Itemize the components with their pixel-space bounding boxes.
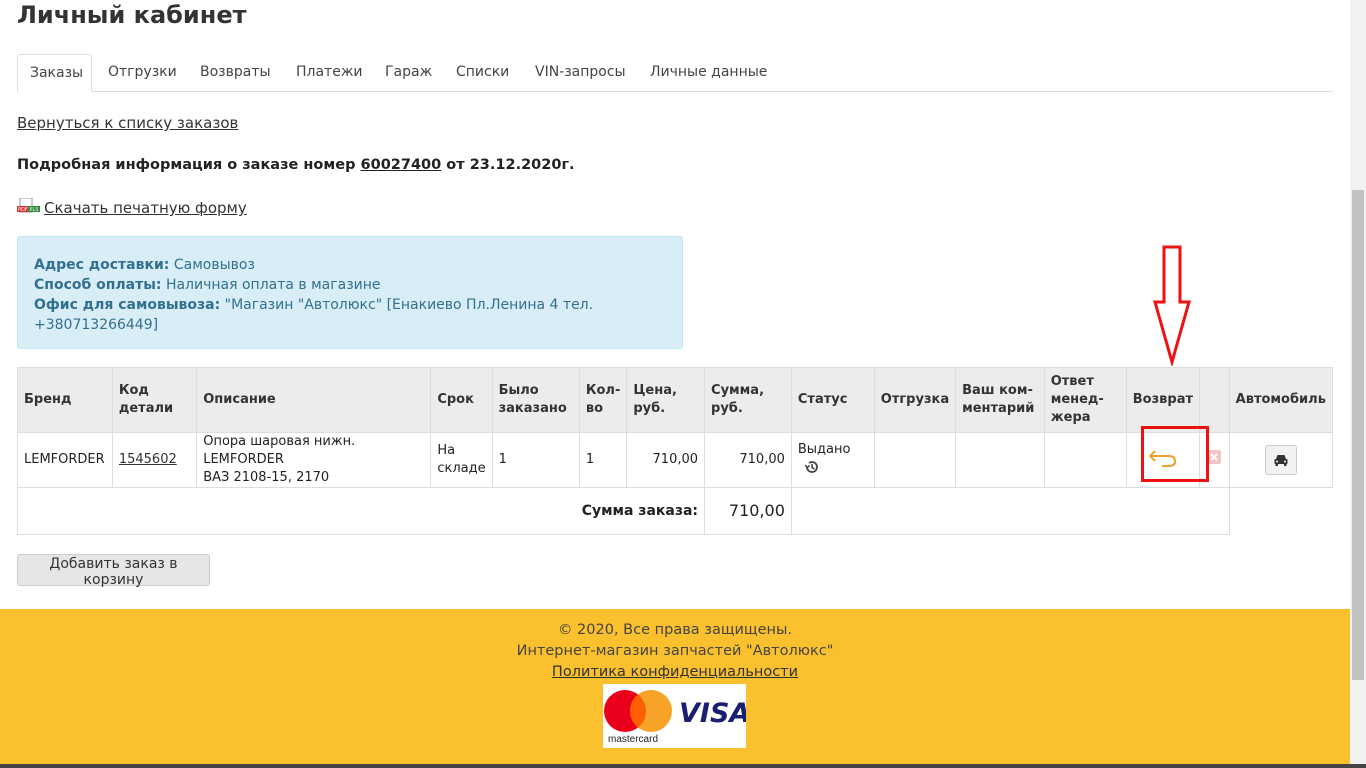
total-filler [790, 487, 1230, 535]
svg-text:VISA: VISA [679, 698, 746, 729]
cell-price: 710,00 [626, 432, 706, 488]
header-brand: Бренд [17, 367, 113, 433]
term-line-2: складе [437, 461, 486, 476]
cell-shipment [873, 432, 957, 488]
order-title: Подробная информация о заказе номер 6002… [17, 157, 575, 173]
download-print-form[interactable]: PDF XLS Скачать печатную форму [17, 198, 247, 218]
header-car: Автомобиль [1228, 367, 1334, 433]
payment-line: Способ оплаты: Наличная оплата в магазин… [34, 275, 666, 295]
cell-car [1228, 432, 1334, 488]
table-total-row: Сумма заказа: 710,00 [16, 487, 1333, 535]
pdf-xls-icon: PDF XLS [17, 198, 40, 213]
history-icon[interactable] [804, 459, 820, 475]
tab-payments[interactable]: Платежи [284, 54, 375, 91]
cell-description: Опора шаровая нижн. LEMFORDER ВАЗ 2108-15… [196, 432, 432, 488]
header-manager-3: жера [1050, 410, 1091, 425]
payment-cards-logo: VISA mastercard [603, 684, 750, 748]
tab-vin-requests[interactable]: VIN-запросы [523, 54, 638, 91]
payment-label: Способ оплаты: [34, 277, 162, 293]
header-shipment: Отгрузка [873, 367, 957, 433]
order-title-prefix: Подробная информация о заказе номер [17, 157, 356, 173]
cell-code: 1545602 [111, 432, 198, 488]
header-comment-1: Ваш ком- [962, 383, 1033, 398]
header-manager-1: Ответ [1050, 374, 1094, 389]
return-highlight-box [1141, 426, 1209, 482]
order-number-link[interactable]: 60027400 [361, 157, 442, 173]
footer-copyright: © 2020, Все права защищены. [557, 622, 793, 638]
term-line-1: На [437, 443, 456, 458]
delivery-value: Самовывоз [173, 257, 255, 273]
header-code: Код детали [111, 367, 198, 433]
desc-line-2: ВАЗ 2108-15, 2170 [203, 470, 330, 485]
tabs-bar: Заказы Отгрузки Возвраты Платежи Гараж С… [17, 54, 1333, 92]
header-blank [1199, 367, 1230, 433]
cell-status: Выдано [790, 432, 875, 488]
car-icon [1274, 455, 1288, 466]
tab-lists[interactable]: Списки [444, 54, 521, 91]
tab-personal-data[interactable]: Личные данные [638, 54, 779, 91]
part-code-link[interactable]: 1545602 [119, 452, 177, 467]
page-title: Личный кабинет [17, 1, 247, 29]
cell-brand: LEMFORDER [17, 432, 113, 488]
header-status: Статус [790, 367, 875, 433]
footer-shop: Интернет-магазин запчастей "Автолюкс" [516, 643, 834, 659]
cell-comment [955, 432, 1045, 488]
tab-returns[interactable]: Возвраты [188, 54, 283, 91]
total-empty [1229, 488, 1332, 535]
privacy-policy-link[interactable]: Политика конфиденциальности [552, 664, 798, 680]
status-text: Выдано [797, 442, 851, 457]
tab-garage[interactable]: Гараж [373, 54, 444, 91]
header-manager-2: менед- [1050, 392, 1104, 407]
header-qty: Кол-во [578, 367, 628, 433]
header-qty-1: Кол- [585, 383, 621, 398]
header-comment: Ваш ком-ментарий [955, 367, 1045, 433]
cell-term: На складе [430, 432, 493, 488]
order-info-box: Адрес доставки: Самовывоз Способ оплаты:… [17, 236, 683, 349]
header-description: Описание [196, 367, 432, 433]
red-down-arrow-annotation [1153, 245, 1191, 366]
header-comment-2: ментарий [962, 401, 1035, 416]
mastercard-label: mastercard [608, 734, 659, 745]
bottom-strip [0, 764, 1366, 768]
delivery-label: Адрес доставки: [34, 257, 170, 273]
header-ordered: Было заказано [491, 367, 580, 433]
svg-text:PDF: PDF [18, 207, 28, 213]
order-items-table: Бренд Код детали Описание Срок Было заказ… [16, 367, 1334, 535]
total-value: 710,00 [704, 487, 792, 535]
header-term: Срок [430, 367, 493, 433]
cell-manager [1043, 432, 1127, 488]
table-row: LEMFORDER 1545602 Опора шаровая нижн. LE… [17, 432, 1334, 488]
scrollbar-thumb[interactable] [1352, 190, 1364, 680]
cell-ordered: 1 [491, 432, 580, 488]
table-header-row: Бренд Код детали Описание Срок Было заказ… [17, 367, 1334, 433]
order-date: от 23.12.2020г. [446, 157, 575, 173]
cell-sum: 710,00 [704, 432, 792, 488]
header-return: Возврат [1125, 367, 1201, 433]
desc-line-1: Опора шаровая нижн. LEMFORDER [203, 434, 356, 467]
office-line: Офис для самовывоза: "Магазин "Автолюкс"… [34, 295, 666, 335]
header-ordered-2: заказано [498, 401, 567, 416]
car-button[interactable] [1264, 445, 1297, 475]
back-to-orders-link[interactable]: Вернуться к списку заказов [17, 114, 238, 132]
header-sum: Сумма, руб. [704, 367, 792, 433]
remove-icon[interactable] [1207, 450, 1222, 464]
header-price: Цена, руб. [626, 367, 706, 433]
delivery-line: Адрес доставки: Самовывоз [34, 255, 666, 275]
header-manager: Ответ менед-жера [1043, 367, 1127, 433]
header-ordered-1: Было [498, 383, 539, 398]
payment-value: Наличная оплата в магазине [165, 277, 381, 293]
svg-text:XLS: XLS [29, 207, 38, 213]
tab-orders[interactable]: Заказы [17, 54, 92, 92]
header-qty-2: во [585, 401, 604, 416]
download-link[interactable]: Скачать печатную форму [44, 199, 247, 217]
total-label: Сумма заказа: [16, 487, 706, 535]
cell-qty: 1 [578, 432, 628, 488]
tab-shipments[interactable]: Отгрузки [96, 54, 189, 91]
office-label: Офис для самовывоза: [34, 297, 221, 313]
add-to-cart-button[interactable]: Добавить заказ в корзину [17, 554, 210, 588]
